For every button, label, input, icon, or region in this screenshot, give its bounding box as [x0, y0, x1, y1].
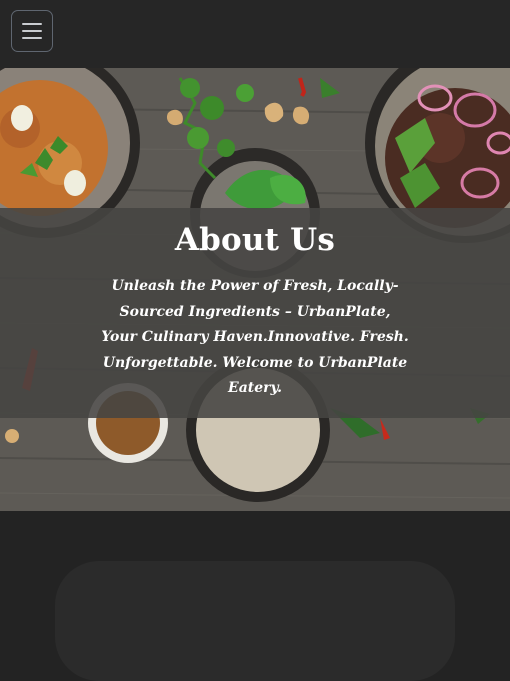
navbar	[0, 0, 510, 68]
menu-line	[22, 30, 42, 32]
content-card	[55, 561, 455, 681]
hamburger-menu-icon[interactable]	[11, 10, 53, 52]
menu-line	[22, 37, 42, 39]
hero-section: About Us Unleash the Power of Fresh, Loc…	[0, 68, 510, 511]
hero-tagline: Unleash the Power of Fresh, Locally-Sour…	[101, 278, 409, 396]
menu-line	[22, 23, 42, 25]
about-overlay: About Us Unleash the Power of Fresh, Loc…	[0, 208, 510, 418]
lower-section	[0, 511, 510, 681]
page-title: About Us	[174, 222, 336, 258]
